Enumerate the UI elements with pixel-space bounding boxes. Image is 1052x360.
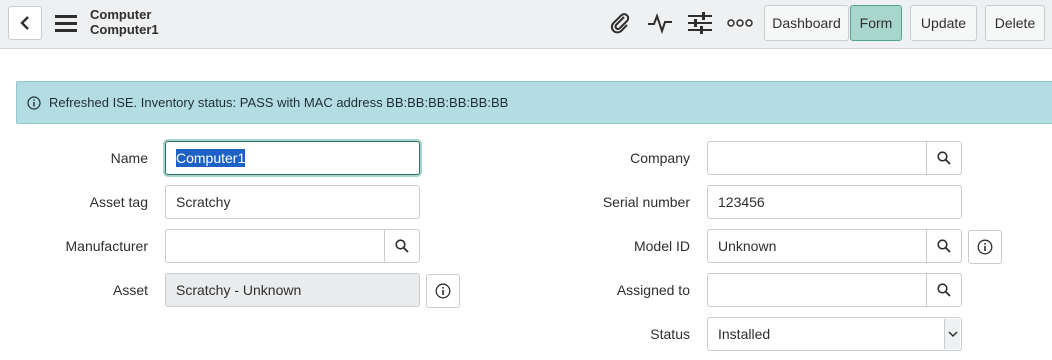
manufacturer-lookup-button[interactable] (384, 229, 420, 263)
company-input[interactable] (707, 141, 927, 175)
status-value: Installed (718, 326, 771, 342)
model-id-lookup-button[interactable] (926, 229, 962, 263)
search-icon (937, 283, 951, 297)
chevron-down-icon[interactable] (944, 319, 960, 349)
serial-number-label: Serial number (602, 194, 690, 210)
assigned-to-lookup-button[interactable] (926, 273, 962, 307)
banner-message: Refreshed ISE. Inventory status: PASS wi… (49, 95, 509, 110)
search-icon (395, 239, 409, 253)
serial-number-input[interactable]: 123456 (707, 185, 962, 219)
company-label: Company (630, 150, 690, 166)
company-lookup-button[interactable] (926, 141, 962, 175)
asset-field: Scratchy - Unknown (165, 273, 420, 307)
search-icon (937, 239, 951, 253)
record-name: Computer1 (90, 22, 159, 37)
paperclip-icon[interactable] (606, 10, 634, 36)
form-button[interactable]: Form (850, 5, 902, 41)
dashboard-button[interactable]: Dashboard (764, 5, 849, 41)
manufacturer-label: Manufacturer (65, 238, 148, 254)
asset-label: Asset (112, 282, 148, 298)
back-icon (20, 16, 29, 30)
search-icon (937, 151, 951, 165)
name-label: Name (110, 150, 148, 166)
status-label: Status (650, 326, 690, 342)
menu-icon[interactable] (55, 14, 77, 32)
manufacturer-input[interactable] (165, 229, 385, 263)
model-id-input[interactable]: Unknown (707, 229, 927, 263)
form-header: Computer Computer1 Dashboard Form Update… (0, 0, 1052, 49)
name-input[interactable]: Computer1 (165, 141, 420, 175)
model-id-label: Model ID (633, 238, 690, 254)
info-circle-icon (977, 239, 993, 255)
asset-tag-label: Asset tag (89, 194, 148, 210)
serial-number-value: 123456 (718, 194, 765, 210)
asset-tag-value: Scratchy (176, 194, 231, 210)
assigned-to-input[interactable] (707, 273, 927, 307)
assigned-to-label: Assigned to (616, 282, 690, 298)
delete-button[interactable]: Delete (985, 5, 1045, 41)
asset-info-button[interactable] (426, 274, 460, 308)
update-button[interactable]: Update (910, 5, 977, 41)
status-select[interactable]: Installed (707, 317, 962, 351)
info-banner: Refreshed ISE. Inventory status: PASS wi… (16, 81, 1052, 124)
more-icon[interactable] (726, 10, 754, 36)
sliders-icon[interactable] (686, 10, 714, 36)
asset-tag-input[interactable]: Scratchy (165, 185, 420, 219)
back-button[interactable] (8, 6, 42, 40)
asset-value: Scratchy - Unknown (176, 282, 302, 298)
name-value: Computer1 (176, 149, 246, 167)
info-circle-icon (435, 283, 451, 299)
model-id-value: Unknown (718, 238, 777, 254)
table-name: Computer (90, 7, 152, 22)
activity-icon[interactable] (646, 10, 674, 36)
info-circle-icon (27, 95, 41, 110)
model-id-info-button[interactable] (968, 230, 1002, 264)
record-title: Computer Computer1 (90, 7, 159, 37)
